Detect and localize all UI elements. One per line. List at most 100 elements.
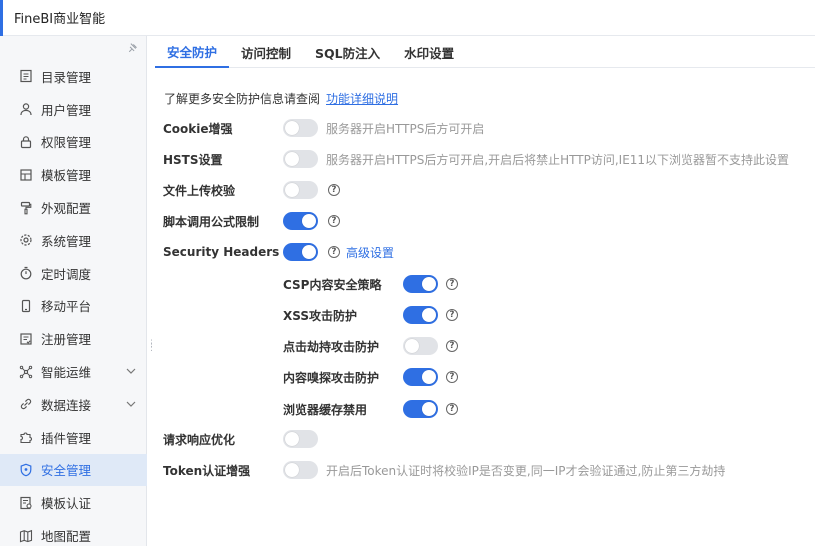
stopwatch-icon xyxy=(18,265,34,281)
intro-text: 了解更多安全防护信息请查阅 功能详细说明 xyxy=(164,90,398,107)
response-optimize-toggle[interactable] xyxy=(283,430,318,448)
sidebar-resize-handle[interactable]: ⋮ ⋮ xyxy=(147,340,156,354)
help-icon[interactable]: ? xyxy=(328,184,340,196)
help-icon[interactable]: ? xyxy=(446,371,458,383)
cookie-toggle[interactable] xyxy=(283,119,318,137)
setting-label: HSTS设置 xyxy=(163,152,223,167)
sidebar-item-templates[interactable]: 模板管理 xyxy=(0,158,147,191)
tab-watermark[interactable]: 水印设置 xyxy=(392,36,466,68)
help-icon[interactable]: ? xyxy=(328,246,340,258)
feature-details-link[interactable]: 功能详细说明 xyxy=(326,92,398,106)
paint-roller-icon xyxy=(18,200,34,216)
chevron-down-icon[interactable] xyxy=(125,365,137,377)
sidebar-item-label: 目录管理 xyxy=(41,69,92,85)
tab-access-control[interactable]: 访问控制 xyxy=(229,36,303,68)
sidebar-item-map[interactable]: 地图配置 xyxy=(0,519,147,546)
sidebar-item-label: 定时调度 xyxy=(41,266,92,282)
setting-row-cookie: Cookie增强 服务器开启HTTPS后方可开启 xyxy=(163,118,803,138)
sidebar-item-label: 数据连接 xyxy=(41,397,92,413)
setting-hint: 服务器开启HTTPS后方可开启,开启后将禁止HTTP访问,IE11以下浏览器暂不… xyxy=(326,153,790,167)
template-icon xyxy=(18,167,34,183)
sidebar-item-security[interactable]: 安全管理 xyxy=(0,453,147,487)
token-auth-toggle[interactable] xyxy=(283,461,318,479)
xss-toggle[interactable] xyxy=(403,306,438,324)
browser-cache-toggle[interactable] xyxy=(403,400,438,418)
sidebar-item-template-cert[interactable]: 模板认证 xyxy=(0,486,147,519)
setting-label: Token认证增强 xyxy=(163,463,251,478)
sidebar-item-label: 权限管理 xyxy=(41,135,92,151)
setting-label: Security Headers xyxy=(163,245,280,259)
setting-label: 浏览器缓存禁用 xyxy=(283,402,368,417)
sidebar-item-label: 地图配置 xyxy=(41,529,92,545)
setting-row-security-headers: Security Headers ? 高级设置 xyxy=(163,242,803,262)
sidebar-item-users[interactable]: 用户管理 xyxy=(0,93,147,126)
setting-row-clickjack: 点击劫持攻击防护 ? xyxy=(283,336,583,356)
mobile-icon xyxy=(18,298,34,314)
hsts-toggle[interactable] xyxy=(283,150,318,168)
sidebar-item-appearance[interactable]: 外观配置 xyxy=(0,191,147,224)
sidebar-item-schedule[interactable]: 定时调度 xyxy=(0,257,147,290)
setting-label: 请求响应优化 xyxy=(163,432,236,447)
help-icon[interactable]: ? xyxy=(446,403,458,415)
lock-icon xyxy=(18,134,34,150)
setting-row-xss: XSS攻击防护 ? xyxy=(283,305,583,325)
sidebar-item-permissions[interactable]: 权限管理 xyxy=(0,126,147,159)
tab-sql-injection[interactable]: SQL防注入 xyxy=(303,36,392,68)
link-icon xyxy=(18,396,34,412)
shield-icon xyxy=(18,462,34,478)
setting-row-csp: CSP内容安全策略 ? xyxy=(283,274,583,294)
setting-row-response: 请求响应优化 xyxy=(163,429,803,449)
help-icon[interactable]: ? xyxy=(328,215,340,227)
pin-icon[interactable] xyxy=(124,40,140,56)
sidebar-item-plugins[interactable]: 插件管理 xyxy=(0,421,147,454)
ops-icon xyxy=(18,364,34,380)
gear-icon xyxy=(18,232,34,248)
chevron-down-icon[interactable] xyxy=(125,398,137,410)
setting-label: 文件上传校验 xyxy=(163,183,236,198)
content-sniff-toggle[interactable] xyxy=(403,368,438,386)
advanced-settings-link[interactable]: 高级设置 xyxy=(346,244,394,261)
clickjack-toggle[interactable] xyxy=(403,337,438,355)
csp-toggle[interactable] xyxy=(403,275,438,293)
sidebar-item-label: 模板认证 xyxy=(41,496,92,512)
sidebar-item-catalog[interactable]: 目录管理 xyxy=(0,60,147,93)
sidebar-item-label: 外观配置 xyxy=(41,201,92,217)
certificate-icon xyxy=(18,495,34,511)
sidebar-menu: 目录管理 用户管理 权限管理 模板管理 外观配置 系统管理 定时调度 移动平台 … xyxy=(0,60,147,546)
setting-label: Cookie增强 xyxy=(163,121,233,136)
user-icon xyxy=(18,101,34,117)
setting-label: 点击劫持攻击防护 xyxy=(283,339,380,354)
tab-security-protection[interactable]: 安全防护 xyxy=(155,36,230,68)
setting-label: CSP内容安全策略 xyxy=(283,277,382,292)
sidebar-item-label: 用户管理 xyxy=(41,102,92,118)
sidebar-item-label: 系统管理 xyxy=(41,233,92,249)
formula-limit-toggle[interactable] xyxy=(283,212,318,230)
help-icon[interactable]: ? xyxy=(446,278,458,290)
sidebar-item-system[interactable]: 系统管理 xyxy=(0,224,147,257)
upload-check-toggle[interactable] xyxy=(283,181,318,199)
app-header: FineBI商业智能 xyxy=(0,0,815,36)
sidebar-item-smart-ops[interactable]: 智能运维 xyxy=(0,355,147,388)
setting-hint: 服务器开启HTTPS后方可开启 xyxy=(326,122,485,136)
sidebar-item-data-connection[interactable]: 数据连接 xyxy=(0,388,147,421)
sidebar-item-label: 注册管理 xyxy=(41,332,92,348)
app-title: FineBI商业智能 xyxy=(14,12,106,27)
setting-hint: 开启后Token认证时将校验IP是否变更,同一IP才会验证通过,防止第三方劫持 xyxy=(326,464,726,478)
header-accent-bar xyxy=(0,0,3,36)
help-icon[interactable]: ? xyxy=(446,340,458,352)
setting-row-upload: 文件上传校验 ? xyxy=(163,180,803,200)
sidebar-item-registration[interactable]: 注册管理 xyxy=(0,322,147,355)
setting-row-token: Token认证增强 开启后Token认证时将校验IP是否变更,同一IP才会验证通… xyxy=(163,460,803,480)
setting-row-formula: 脚本调用公式限制 ? xyxy=(163,211,803,231)
help-icon[interactable]: ? xyxy=(446,309,458,321)
setting-label: XSS攻击防护 xyxy=(283,308,357,323)
sidebar-item-label: 智能运维 xyxy=(41,365,92,381)
setting-label: 脚本调用公式限制 xyxy=(163,214,260,229)
security-headers-toggle[interactable] xyxy=(283,243,318,261)
sidebar-item-mobile[interactable]: 移动平台 xyxy=(0,290,147,323)
intro-label: 了解更多安全防护信息请查阅 xyxy=(164,92,321,106)
sidebar-item-label: 模板管理 xyxy=(41,168,92,184)
map-icon xyxy=(18,528,34,544)
puzzle-icon xyxy=(18,429,34,445)
sidebar: 目录管理 用户管理 权限管理 模板管理 外观配置 系统管理 定时调度 移动平台 … xyxy=(0,36,147,546)
